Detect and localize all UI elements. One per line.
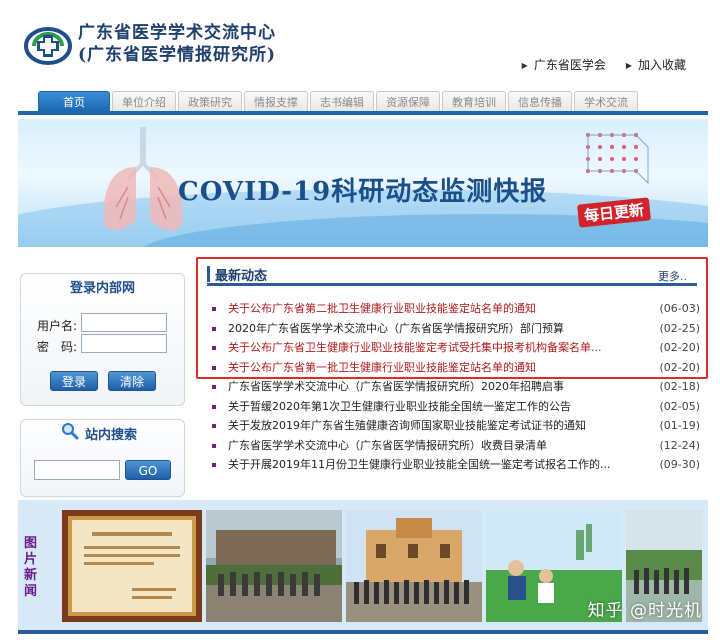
news-item: 关于发放2019年广东省生殖健康咨询师国家职业技能鉴定考试证书的通知 (01-19… [210,416,704,436]
bullet-icon [212,424,216,428]
login-button[interactable]: 登录 [50,371,98,391]
nav-academic-exchange[interactable]: 学术交流 [574,91,638,112]
news-item-date: (02-20) [659,341,700,354]
login-panel: 登录内部网 用户名: 密 码: 登录 清除 [20,273,185,406]
covid-banner[interactable]: COVID-19科研动态监测快报 每日更新 [18,119,708,247]
news-item-title[interactable]: 广东省医学学术交流中心（广东省医学情报研究所）2020年招聘启事 [228,377,628,397]
picture-news-label: 图片新闻 [24,536,38,599]
site-title: 广东省医学学术交流中心 (广东省医学情报研究所) [78,22,276,66]
news-header: 最新动态 更多.. [207,264,697,286]
news-item: 关于暂缓2020年第1次卫生健康行业职业技能全国统一鉴定工作的公告 (02-05) [210,397,704,417]
username-input[interactable] [81,313,167,332]
link-medical-association[interactable]: ▶ 广东省医学会 [522,56,606,73]
nav-about[interactable]: 单位介绍 [112,91,176,112]
top-links: ▶ 广东省医学会 ▶ 加入收藏 [522,56,686,73]
news-item-title[interactable]: 广东省医学学术交流中心（广东省医学情报研究所）收费目录清单 [228,436,628,456]
news-item: 关于公布广东省卫生健康行业职业技能鉴定考试受托集中报考机构备案名单... (02-… [210,338,704,358]
molecule-cube-icon [578,125,658,208]
news-item: 关于公布广东省第一批卫生健康行业职业技能鉴定站名单的通知 (02-20) [210,358,704,378]
login-title: 登录内部网 [69,281,135,296]
bullet-icon [212,385,216,389]
news-item-date: (02-25) [659,321,700,335]
news-item: 关于开展2019年11月份卫生健康行业职业技能全国统一鉴定考试报名工作的... (… [210,455,704,475]
news-item-date: (02-05) [659,399,700,413]
bullet-icon [212,443,216,448]
arrow-right-icon: ▶ [521,61,528,70]
password-label: 密 码: [37,340,78,354]
nav-intelligence-support[interactable]: 情报支撑 [244,91,308,112]
nav-home[interactable]: 首页 [38,91,110,112]
bullet-icon [212,404,216,409]
news-item-date: (01-19) [659,419,700,432]
site-title-line2: (广东省医学情报研究所) [78,45,277,65]
link-add-favorite[interactable]: ▶ 加入收藏 [626,56,686,73]
bullet-icon [212,307,216,311]
nav-information-dissemination[interactable]: 信息传播 [508,91,572,112]
site-header: 广东省医学学术交流中心 (广东省医学情报研究所) ▶ 广东省医学会 ▶ 加入收藏 [0,0,720,88]
nav-divider [18,111,708,115]
news-title: 最新动态 [215,269,268,284]
news-item-date: (06-03) [659,302,700,315]
news-item: 2020年广东省医学学术交流中心（广东省医学情报研究所）部门预算 (02-25) [210,319,704,339]
news-item-title[interactable]: 2020年广东省医学学术交流中心（广东省医学情报研究所）部门预算 [228,319,628,339]
news-more-link[interactable]: 更多.. [658,268,687,284]
site-logo-icon[interactable] [24,26,72,66]
username-label: 用户名: [37,319,78,333]
bullet-icon [212,365,216,370]
bullet-icon [212,346,216,350]
nav-resource-support[interactable]: 资源保障 [376,91,440,112]
nav-education-training[interactable]: 教育培训 [442,91,506,112]
news-item-title[interactable]: 关于开展2019年11月份卫生健康行业职业技能全国统一鉴定考试报名工作的... [228,455,628,475]
news-header-bar [207,266,210,282]
lungs-icon [98,127,188,240]
news-item-title[interactable]: 关于暂缓2020年第1次卫生健康行业职业技能全国统一鉴定工作的公告 [228,397,628,417]
main-nav: 首页 单位介绍 政策研究 情报支撑 志书编辑 资源保障 教育培训 信息传播 学术… [38,91,638,112]
news-item-date: (02-20) [659,360,700,374]
site-search-panel: 站内搜索 GO [20,419,185,497]
banner-title: COVID-19科研动态监测快报 [178,177,548,207]
search-title-text: 站内搜索 [85,427,138,443]
news-item-title[interactable]: 关于公布广东省第二批卫生健康行业职业技能鉴定站名单的通知 [228,299,628,319]
site-title-line1: 广东省医学学术交流中心 [78,23,276,43]
clear-button[interactable]: 清除 [108,371,156,391]
magnifier-icon [61,422,79,444]
news-item-date: (09-30) [659,458,700,471]
photo-award-plaque[interactable] [62,510,202,622]
photo-group-building[interactable] [346,510,482,622]
photo-group-outdoor[interactable] [206,510,342,622]
zhihu-watermark: 知乎 @时光机 [587,601,702,621]
nav-chronicle-editing[interactable]: 志书编辑 [310,91,374,112]
news-item-title[interactable]: 关于公布广东省第一批卫生健康行业职业技能鉴定站名单的通知 [228,358,628,378]
search-title: 站内搜索 [61,422,137,444]
news-item-title[interactable]: 关于发放2019年广东省生殖健康咨询师国家职业技能鉴定考试证书的通知 [228,416,628,436]
news-item: 广东省医学学术交流中心（广东省医学情报研究所）2020年招聘启事 (02-18) [210,377,704,397]
news-item: 关于公布广东省第二批卫生健康行业职业技能鉴定站名单的通知 (06-03) [210,299,704,319]
search-go-button[interactable]: GO [125,460,171,480]
news-list: 关于公布广东省第二批卫生健康行业职业技能鉴定站名单的通知 (06-03) 2020… [210,299,704,475]
news-item-title[interactable]: 关于公布广东省卫生健康行业职业技能鉴定考试受托集中报考机构备案名单... [228,338,628,358]
news-item-date: (02-18) [659,380,700,393]
bullet-icon [212,463,216,467]
search-input[interactable] [34,460,120,480]
arrow-right-icon: ▶ [625,61,632,70]
bullet-icon [212,326,216,331]
news-item: 广东省医学学术交流中心（广东省医学情报研究所）收费目录清单 (12-24) [210,436,704,456]
news-item-date: (12-24) [659,438,700,452]
password-input[interactable] [81,334,167,353]
nav-policy-research[interactable]: 政策研究 [178,91,242,112]
